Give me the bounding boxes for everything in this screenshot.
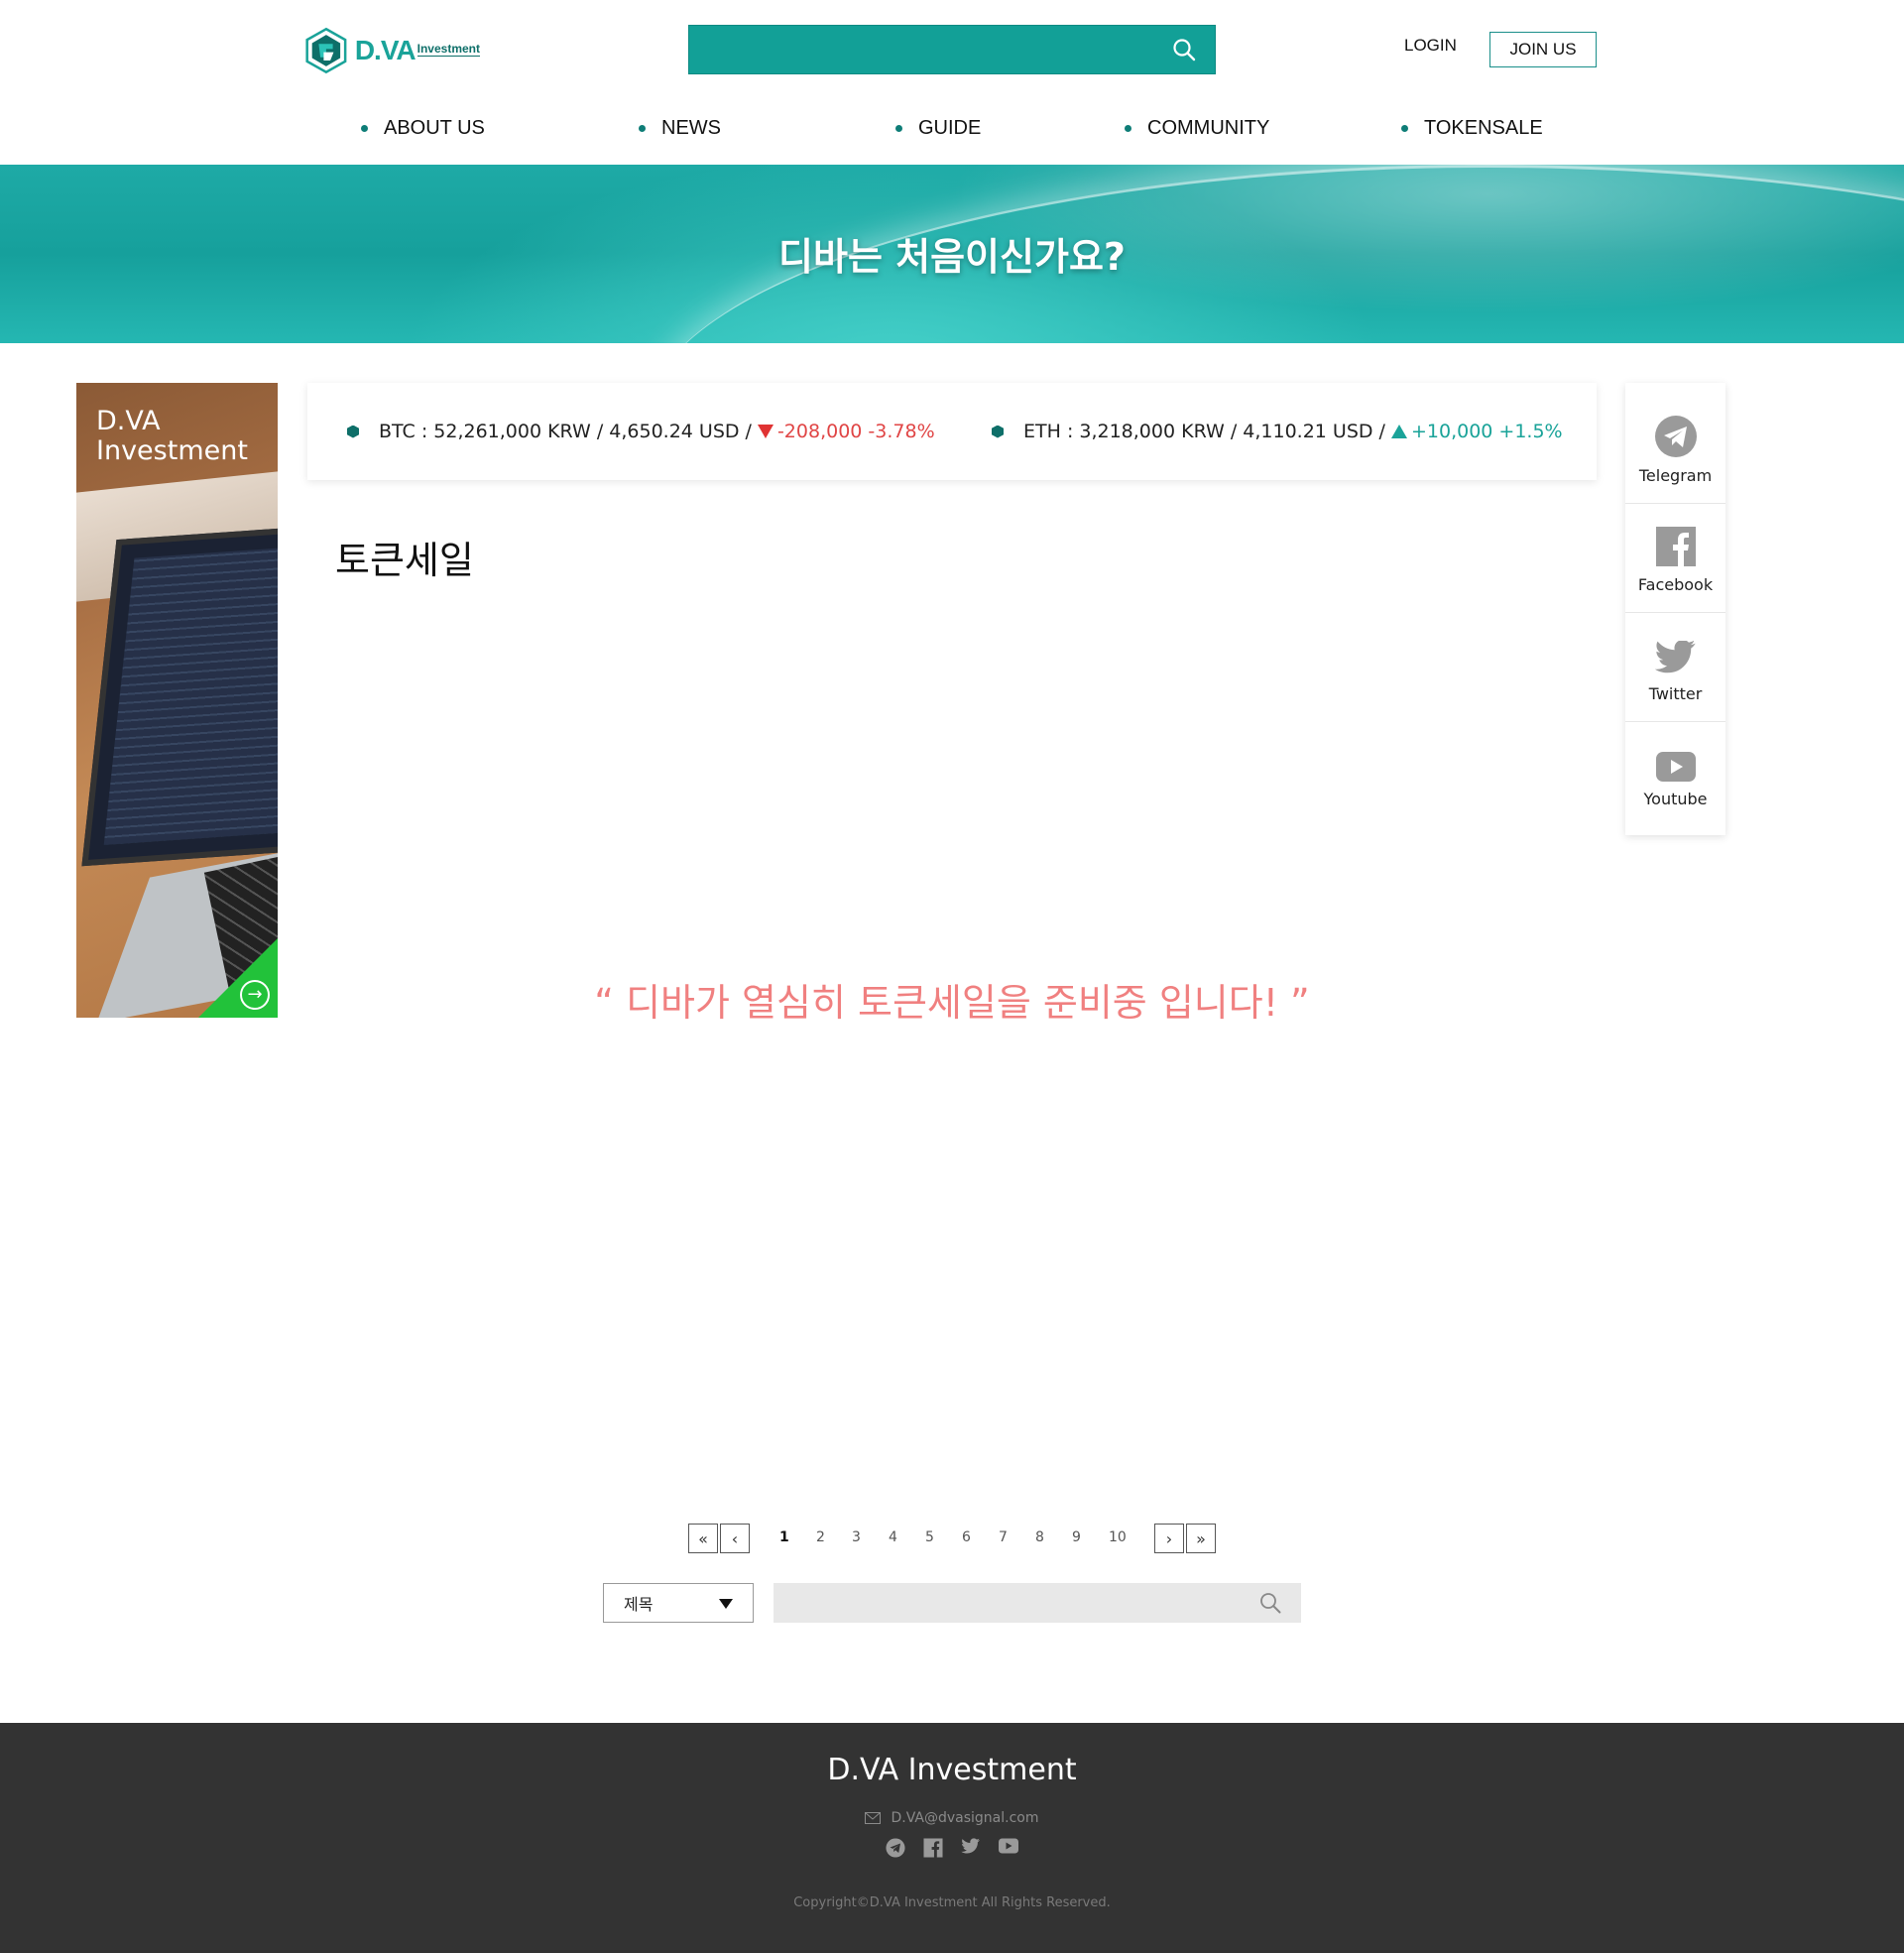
- page-number[interactable]: 3: [852, 1529, 861, 1545]
- footer-copyright: Copyright©D.VA Investment All Rights Res…: [793, 1895, 1111, 1910]
- ticker-btc: BTC : 52,261,000 KRW / 4,650.24 USD / -2…: [347, 421, 935, 442]
- hexagon-bullet-icon: [992, 425, 1004, 438]
- page-prev-button[interactable]: ‹: [720, 1524, 750, 1553]
- page-number[interactable]: 6: [962, 1529, 971, 1545]
- social-telegram[interactable]: Telegram: [1625, 383, 1726, 504]
- footer-social-icons: [0, 1838, 1904, 1858]
- telegram-icon[interactable]: [886, 1838, 905, 1858]
- down-arrow-icon: [757, 425, 774, 438]
- site-footer: D.VA Investment D.VA@dvasignal.com Copyr…: [0, 1723, 1904, 1953]
- page-number[interactable]: 1: [779, 1529, 789, 1545]
- logo-hexagon-icon: [305, 27, 347, 74]
- pagination: « ‹ 1 2 3 4 5 6 7 8 9 10 › »: [688, 1524, 1216, 1553]
- ticker-eth: ETH : 3,218,000 KRW / 4,110.21 USD / +10…: [992, 421, 1563, 442]
- footer-email-text: D.VA@dvasignal.com: [891, 1810, 1039, 1826]
- ticker-btc-label: BTC : 52,261,000 KRW / 4,650.24 USD /: [379, 421, 752, 442]
- coming-soon-notice: “ 디바가 열심히 토큰세일을 준비중 입니다! ”: [594, 981, 1310, 1025]
- caret-down-icon: [719, 1599, 733, 1609]
- site-logo[interactable]: D.VA Investment: [305, 22, 480, 79]
- facebook-icon: [1655, 527, 1696, 566]
- social-twitter[interactable]: Twitter: [1625, 613, 1726, 722]
- ticker-eth-label: ETH : 3,218,000 KRW / 4,110.21 USD /: [1023, 421, 1385, 442]
- social-facebook[interactable]: Facebook: [1625, 504, 1726, 613]
- side-advertisement[interactable]: D.VA Investment →: [76, 383, 278, 1018]
- social-label: Facebook: [1637, 575, 1714, 594]
- footer-title: D.VA Investment: [827, 1753, 1077, 1787]
- ticker-btc-change: -208,000 -3.78%: [776, 421, 935, 442]
- search-icon[interactable]: [1259, 1592, 1281, 1614]
- page-next-button[interactable]: ›: [1154, 1524, 1184, 1553]
- price-ticker: BTC : 52,261,000 KRW / 4,650.24 USD / -2…: [307, 383, 1597, 480]
- page-number[interactable]: 8: [1035, 1529, 1044, 1545]
- youtube-icon: [1655, 752, 1696, 782]
- youtube-icon[interactable]: [999, 1838, 1018, 1854]
- nav-item-label: COMMUNITY: [1147, 117, 1270, 139]
- logo-investment-text: Investment: [416, 42, 480, 57]
- up-arrow-icon: [1390, 425, 1407, 438]
- nav-item-community[interactable]: COMMUNITY: [1125, 117, 1269, 140]
- page-number[interactable]: 5: [925, 1529, 934, 1545]
- header-search-bar[interactable]: [688, 25, 1216, 74]
- login-link[interactable]: LOGIN: [1404, 36, 1457, 56]
- search-select-value: 제목: [624, 1595, 654, 1614]
- social-youtube[interactable]: Youtube: [1625, 722, 1726, 835]
- page-number[interactable]: 10: [1109, 1529, 1127, 1545]
- facebook-icon[interactable]: [923, 1838, 943, 1858]
- nav-item-label: ABOUT US: [384, 117, 485, 139]
- page-first-button[interactable]: «: [688, 1524, 718, 1553]
- nav-item-label: NEWS: [661, 117, 721, 139]
- ad-title-line2: Investment: [96, 435, 248, 466]
- logo-dva-text: D.VA: [354, 35, 416, 65]
- search-icon[interactable]: [1171, 37, 1197, 62]
- page-number[interactable]: 4: [889, 1529, 897, 1545]
- mail-icon: [865, 1812, 882, 1824]
- page-title: 토큰세일: [335, 539, 474, 582]
- footer-email[interactable]: D.VA@dvasignal.com: [0, 1810, 1904, 1826]
- nav-item-guide[interactable]: GUIDE: [895, 117, 981, 140]
- social-label: Youtube: [1643, 790, 1708, 808]
- nav-bullet: [1125, 125, 1131, 132]
- join-us-button[interactable]: JOIN US: [1489, 32, 1597, 67]
- hexagon-bullet-icon: [347, 425, 359, 438]
- hero-banner: 디바는 처음이신가요?: [0, 165, 1904, 343]
- nav-bullet: [639, 125, 646, 132]
- social-label: Telegram: [1638, 466, 1713, 485]
- nav-bullet: [1401, 125, 1408, 132]
- page-number[interactable]: 7: [999, 1529, 1008, 1545]
- nav-item-news[interactable]: NEWS: [639, 117, 721, 140]
- nav-item-about-us[interactable]: ABOUT US: [361, 117, 485, 140]
- nav-item-label: TOKENSALE: [1424, 117, 1543, 139]
- social-label: Twitter: [1648, 684, 1703, 703]
- ad-title-line1: D.VA: [96, 406, 161, 436]
- site-header: D.VA Investment LOGIN JOIN US ABOUT US N…: [0, 0, 1904, 165]
- nav-bullet: [361, 125, 368, 132]
- twitter-icon: [1654, 641, 1696, 673]
- nav-bullet: [895, 125, 902, 132]
- nav-item-tokensale[interactable]: TOKENSALE: [1401, 117, 1543, 140]
- main-nav: ABOUT US NEWS GUIDE COMMUNITY TOKENSALE: [0, 117, 1904, 147]
- page-number[interactable]: 9: [1072, 1529, 1081, 1545]
- nav-item-label: GUIDE: [918, 117, 982, 139]
- banner-title: 디바는 처음이신가요?: [778, 235, 1126, 279]
- social-sidebar: Telegram Facebook Twitter Youtube: [1625, 383, 1726, 835]
- telegram-icon: [1654, 416, 1697, 457]
- twitter-icon[interactable]: [961, 1838, 981, 1856]
- search-field-select[interactable]: 제목: [603, 1583, 754, 1623]
- ticker-eth-change: +10,000 +1.5%: [1410, 421, 1563, 442]
- page-last-button[interactable]: »: [1186, 1524, 1216, 1553]
- page-number[interactable]: 2: [816, 1529, 825, 1545]
- ad-title: D.VA Investment: [96, 407, 248, 466]
- board-search-input[interactable]: [774, 1583, 1301, 1623]
